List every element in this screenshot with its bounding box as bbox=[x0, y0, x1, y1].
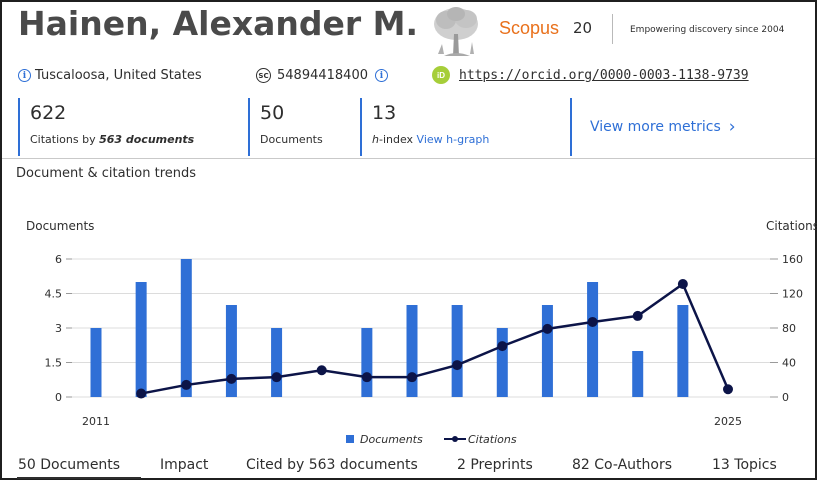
legend-citations-label: Citations bbox=[468, 433, 517, 446]
tab-impact[interactable]: Impact bbox=[160, 457, 208, 473]
tab-bar: 50 Documents Impact Cited by 563 documen… bbox=[0, 455, 817, 480]
citations-point bbox=[497, 341, 508, 352]
citations-point bbox=[226, 373, 237, 384]
tab-cited-by[interactable]: Cited by 563 documents bbox=[246, 457, 418, 473]
x-tick-label: 2025 bbox=[714, 415, 742, 428]
citations-point bbox=[723, 384, 733, 395]
y-tick-label-left: 0 bbox=[55, 391, 62, 404]
y-tick-label-left: 1.5 bbox=[45, 357, 63, 370]
documents-value: 50 bbox=[260, 102, 285, 124]
hindex-label: h-index View h-graph bbox=[372, 133, 490, 146]
y-tick-label-right: 40 bbox=[782, 357, 796, 370]
legend-documents-swatch bbox=[346, 435, 354, 443]
y-tick-label-right: 120 bbox=[782, 288, 803, 301]
x-tick-label: 2011 bbox=[82, 415, 110, 428]
documents-bar bbox=[632, 351, 644, 397]
trends-chart: 0 0 1.5 40 3 80 4.5 120 6 160 Documents Citations 20… bbox=[26, 219, 817, 446]
info-icon[interactable]: i bbox=[374, 69, 388, 82]
citations-value: 622 bbox=[30, 102, 67, 124]
citations-metric[interactable]: 622 Citations by 563 documents bbox=[18, 98, 248, 156]
tab-topics[interactable]: 13 Topics bbox=[712, 457, 777, 473]
view-more-label: View more metrics bbox=[590, 119, 721, 135]
citations-point bbox=[587, 316, 598, 327]
location-group: i Tuscaloosa, United States bbox=[18, 68, 202, 83]
view-h-graph-link[interactable]: View h-graph bbox=[417, 133, 490, 146]
brand-logo[interactable]: Scopus bbox=[499, 18, 559, 39]
chevron-right-icon: › bbox=[728, 117, 736, 137]
hindex-metric: 13 h-index View h-graph bbox=[360, 98, 570, 156]
view-more-metrics-link[interactable]: View more metrics › bbox=[570, 98, 736, 156]
info-icon[interactable]: i bbox=[18, 69, 31, 82]
documents-bar bbox=[406, 305, 418, 397]
documents-label: Documents bbox=[260, 133, 323, 146]
y-tick-label-left: 6 bbox=[55, 253, 62, 266]
citations-point bbox=[361, 372, 372, 383]
active-tab-indicator bbox=[17, 477, 141, 479]
y-tick-label-right: 160 bbox=[782, 253, 803, 266]
legend-documents-label: Documents bbox=[360, 433, 423, 446]
tagline: Empowering discovery since 2004 bbox=[630, 25, 785, 35]
documents-bar bbox=[271, 328, 283, 397]
y-axis-title-right: Citations bbox=[766, 219, 817, 233]
documents-bar bbox=[180, 259, 192, 397]
orcid-icon: iD bbox=[432, 66, 450, 84]
y-axis-title-left: Documents bbox=[26, 219, 94, 233]
documents-bar bbox=[451, 305, 463, 397]
documents-bar bbox=[90, 328, 102, 397]
tab-documents[interactable]: 50 Documents bbox=[18, 457, 120, 473]
citations-point bbox=[542, 323, 553, 334]
citations-label: Citations by 563 documents bbox=[30, 133, 195, 146]
citations-point bbox=[181, 379, 192, 390]
trends-title: Document & citation trends bbox=[16, 166, 197, 181]
documents-metric[interactable]: 50 Documents bbox=[248, 98, 360, 156]
citations-point bbox=[452, 360, 463, 371]
y-tick-label-right: 80 bbox=[782, 322, 796, 335]
citations-point bbox=[407, 372, 417, 383]
documents-bar bbox=[496, 328, 508, 397]
author-id: 54894418400 bbox=[277, 68, 368, 83]
citations-point bbox=[136, 388, 147, 399]
location-text: Tuscaloosa, United States bbox=[35, 68, 202, 83]
author-name: Hainen, Alexander M. bbox=[18, 4, 419, 43]
tab-preprints[interactable]: 2 Preprints bbox=[457, 457, 533, 473]
orcid-link[interactable]: https://orcid.org/0000-0003-1138-9739 bbox=[459, 68, 749, 83]
author-id-group: SC 54894418400 i bbox=[256, 68, 388, 83]
section-divider bbox=[2, 158, 815, 159]
documents-bar bbox=[677, 305, 689, 397]
y-tick-label-left: 3 bbox=[55, 322, 62, 335]
brand-divider bbox=[612, 14, 613, 44]
tab-co-authors[interactable]: 82 Co-Authors bbox=[572, 457, 672, 473]
hindex-value: 13 bbox=[372, 102, 397, 124]
citations-point bbox=[271, 372, 282, 383]
scopus-id-icon: SC bbox=[256, 68, 271, 83]
legend-citations-marker bbox=[452, 436, 458, 442]
citations-point bbox=[677, 279, 688, 290]
citations-point bbox=[632, 310, 643, 321]
documents-bar bbox=[587, 282, 599, 397]
brand-count: 20 bbox=[573, 19, 593, 37]
tree-logo-icon bbox=[434, 7, 478, 56]
y-tick-label-right: 0 bbox=[782, 391, 789, 404]
documents-bar bbox=[135, 282, 147, 397]
documents-bar bbox=[541, 305, 553, 397]
orcid-group: iD https://orcid.org/0000-0003-1138-9739 bbox=[432, 66, 749, 84]
documents-bar bbox=[361, 328, 373, 397]
citations-point bbox=[316, 365, 327, 376]
y-tick-label-left: 4.5 bbox=[45, 288, 63, 301]
